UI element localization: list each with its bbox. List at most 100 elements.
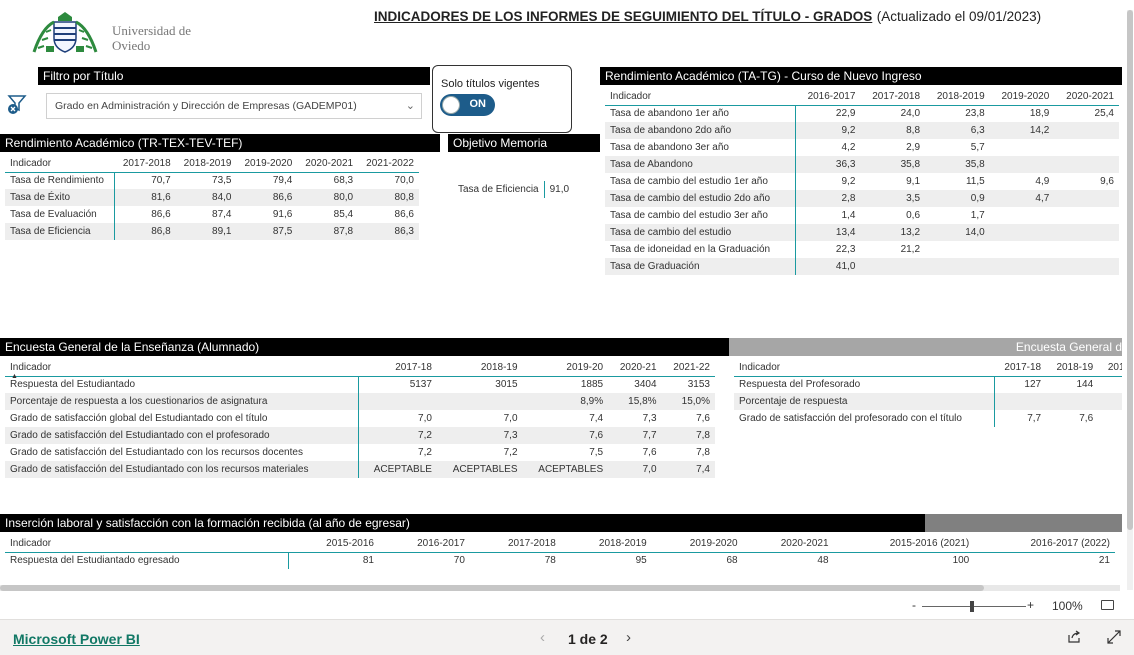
- encAlum-col-5[interactable]: 2021-22: [662, 359, 715, 376]
- cell-value: [1054, 139, 1119, 156]
- vscroll-thumb[interactable]: [1127, 10, 1133, 530]
- rend-col-3[interactable]: 2019-2020: [236, 155, 297, 172]
- next-page-icon[interactable]: ›: [626, 629, 631, 646]
- cell-value: 7,3: [642, 413, 657, 424]
- cell-value: 85,4: [333, 209, 354, 220]
- toggle-knob: [442, 96, 460, 114]
- row-label: Respuesta del Estudiantado egresado: [5, 552, 289, 569]
- row-label: Tasa de cambio del estudio 1er año: [605, 173, 797, 190]
- encProf-col-1[interactable]: 2017-18: [994, 359, 1046, 376]
- horizontal-scrollbar[interactable]: [0, 585, 1120, 591]
- cell-value: 86,6: [394, 209, 414, 220]
- encAlum-col-2[interactable]: 2018-19: [437, 359, 523, 376]
- page-indicator: 1 de 2: [568, 631, 608, 647]
- scrollbar-thumb[interactable]: [0, 585, 984, 591]
- ingreso-col-4[interactable]: 2019-2020: [990, 88, 1055, 105]
- insercion-col-6[interactable]: 2020-2021: [743, 535, 834, 552]
- rend-col-5[interactable]: 2021-2022: [358, 155, 419, 172]
- encAlum-col-3[interactable]: 2019-20: [523, 359, 609, 376]
- cell-value: 41,0: [795, 258, 861, 275]
- cell-value: 7,8: [696, 447, 710, 458]
- cell-value: [1054, 207, 1119, 224]
- zoom-slider[interactable]: [922, 606, 1026, 607]
- power-bi-link[interactable]: Microsoft Power BI: [13, 631, 140, 647]
- insercion-header-ext: [925, 514, 1122, 532]
- table-row: Tasa de Eficiencia 86,8 89,1 87,5 87,8 86,3: [5, 223, 419, 240]
- table-row: Grado de satisfacción del Estudiantado c…: [5, 444, 715, 461]
- table-row: Tasa de Rendimiento 70,7 73,5 79,4 68,3 70,0: [5, 172, 419, 189]
- ingreso-col-2[interactable]: 2017-2018: [860, 88, 925, 105]
- row-label: Tasa de abandono 1er año: [605, 105, 797, 122]
- rend-col-1[interactable]: 2017-2018: [115, 155, 176, 172]
- row-label: Porcentaje de respuesta: [734, 393, 995, 410]
- fit-page-icon[interactable]: [1101, 600, 1114, 610]
- rend-col-4[interactable]: 2020-2021: [297, 155, 358, 172]
- cell-value: 15,8%: [608, 393, 662, 410]
- enc-prof-header: Encuesta General d: [729, 338, 1122, 356]
- cell-value: [989, 156, 1055, 173]
- cell-value: 35,8: [860, 156, 926, 173]
- table-row: Respuesta del Estudiantado 5137 3015 1885 34…: [5, 376, 715, 393]
- vigentes-toggle[interactable]: ON: [440, 94, 495, 116]
- vertical-scrollbar[interactable]: [1127, 10, 1133, 590]
- insercion-col-1[interactable]: 2015-2016: [288, 535, 379, 552]
- insercion-col-4[interactable]: 2018-2019: [561, 535, 652, 552]
- zoom-in-button[interactable]: +: [1027, 598, 1034, 612]
- table-row: Grado de satisfacción del profesorado co…: [734, 410, 1122, 427]
- insercion-col-8[interactable]: 2016-2017 (2022): [974, 535, 1115, 552]
- encAlum-col-4[interactable]: 2020-21: [608, 359, 661, 376]
- table-row: Porcentaje de respuesta: [734, 393, 1122, 410]
- ingreso-col-indicador[interactable]: Indicador: [605, 88, 796, 105]
- vigentes-label: Solo títulos vigentes: [441, 78, 540, 90]
- objetivo-header: Objetivo Memoria: [448, 134, 600, 152]
- row-label: Tasa de abandono 3er año: [605, 139, 797, 156]
- cell-value: 70: [453, 555, 465, 567]
- share-icon[interactable]: [1067, 630, 1081, 649]
- cell-value: 7,8: [661, 427, 715, 444]
- encProf-col-3[interactable]: 2019-2: [1098, 359, 1122, 376]
- cell-value: 0,9: [925, 190, 990, 207]
- ingreso-table: Indicador 2016-2017 2017-2018 2018-2019 2019…: [605, 88, 1119, 275]
- rend-col-indicador[interactable]: Indicador: [5, 155, 115, 172]
- cell-value: [925, 258, 990, 275]
- cell-value: 84,0: [175, 189, 237, 206]
- clear-filter-icon[interactable]: [6, 92, 30, 116]
- prev-page-icon[interactable]: ‹: [540, 629, 545, 646]
- sort-asc-icon[interactable]: ▲: [11, 373, 18, 380]
- encProf-col-indicador[interactable]: Indicador: [734, 359, 994, 376]
- table-row: Tasa de Abandono 36,3 35,8 35,8: [605, 156, 1119, 173]
- insercion-col-7[interactable]: 2015-2016 (2021): [834, 535, 975, 552]
- cell-value: [990, 207, 1055, 224]
- insercion-col-5[interactable]: 2019-2020: [652, 535, 743, 552]
- cell-value: 87,4: [212, 209, 232, 220]
- insercion-col-2[interactable]: 2016-2017: [379, 535, 470, 552]
- cell-value: 9,1: [906, 176, 921, 187]
- row-label: Grado de satisfacción del Estudiantado c…: [5, 461, 359, 478]
- cell-value: 87,8: [297, 223, 359, 240]
- title-filter-dropdown[interactable]: Grado en Administración y Dirección de E…: [46, 93, 422, 119]
- encProf-col-2[interactable]: 2018-19: [1046, 359, 1098, 376]
- enc-alum-header: Encuesta General de la Enseñanza (Alumna…: [0, 338, 729, 356]
- cell-value: 3015: [495, 379, 518, 391]
- fullscreen-icon[interactable]: [1107, 630, 1121, 649]
- rend-col-2[interactable]: 2018-2019: [176, 155, 237, 172]
- encAlum-col-1[interactable]: 2017-18: [358, 359, 437, 376]
- cell-value: 81: [362, 555, 374, 567]
- ingreso-col-3[interactable]: 2018-2019: [925, 88, 990, 105]
- ingreso-col-1[interactable]: 2016-2017: [796, 88, 861, 105]
- chevron-down-icon: ⌄: [405, 100, 415, 112]
- objetivo-table: Tasa de Eficiencia 91,0: [453, 181, 574, 198]
- cell-value: 4,7: [989, 190, 1055, 207]
- insercion-col-indicador[interactable]: Indicador: [5, 535, 288, 552]
- cell-value: 3404: [634, 379, 657, 391]
- row-label: Tasa de Graduación: [605, 258, 797, 275]
- enc-prof-title: Encuesta General d: [1015, 340, 1122, 354]
- cell-value: 86,6: [236, 189, 298, 206]
- insercion-col-3[interactable]: 2017-2018: [470, 535, 561, 552]
- zoom-slider-handle[interactable]: [970, 601, 974, 612]
- ingreso-col-5[interactable]: 2020-2021: [1054, 88, 1119, 105]
- row-label: Tasa de Eficiencia: [453, 181, 545, 198]
- zoom-out-button[interactable]: -: [912, 598, 916, 612]
- cell-value: 7,2: [503, 447, 518, 458]
- encAlum-col-indicador[interactable]: Indicador: [5, 359, 358, 376]
